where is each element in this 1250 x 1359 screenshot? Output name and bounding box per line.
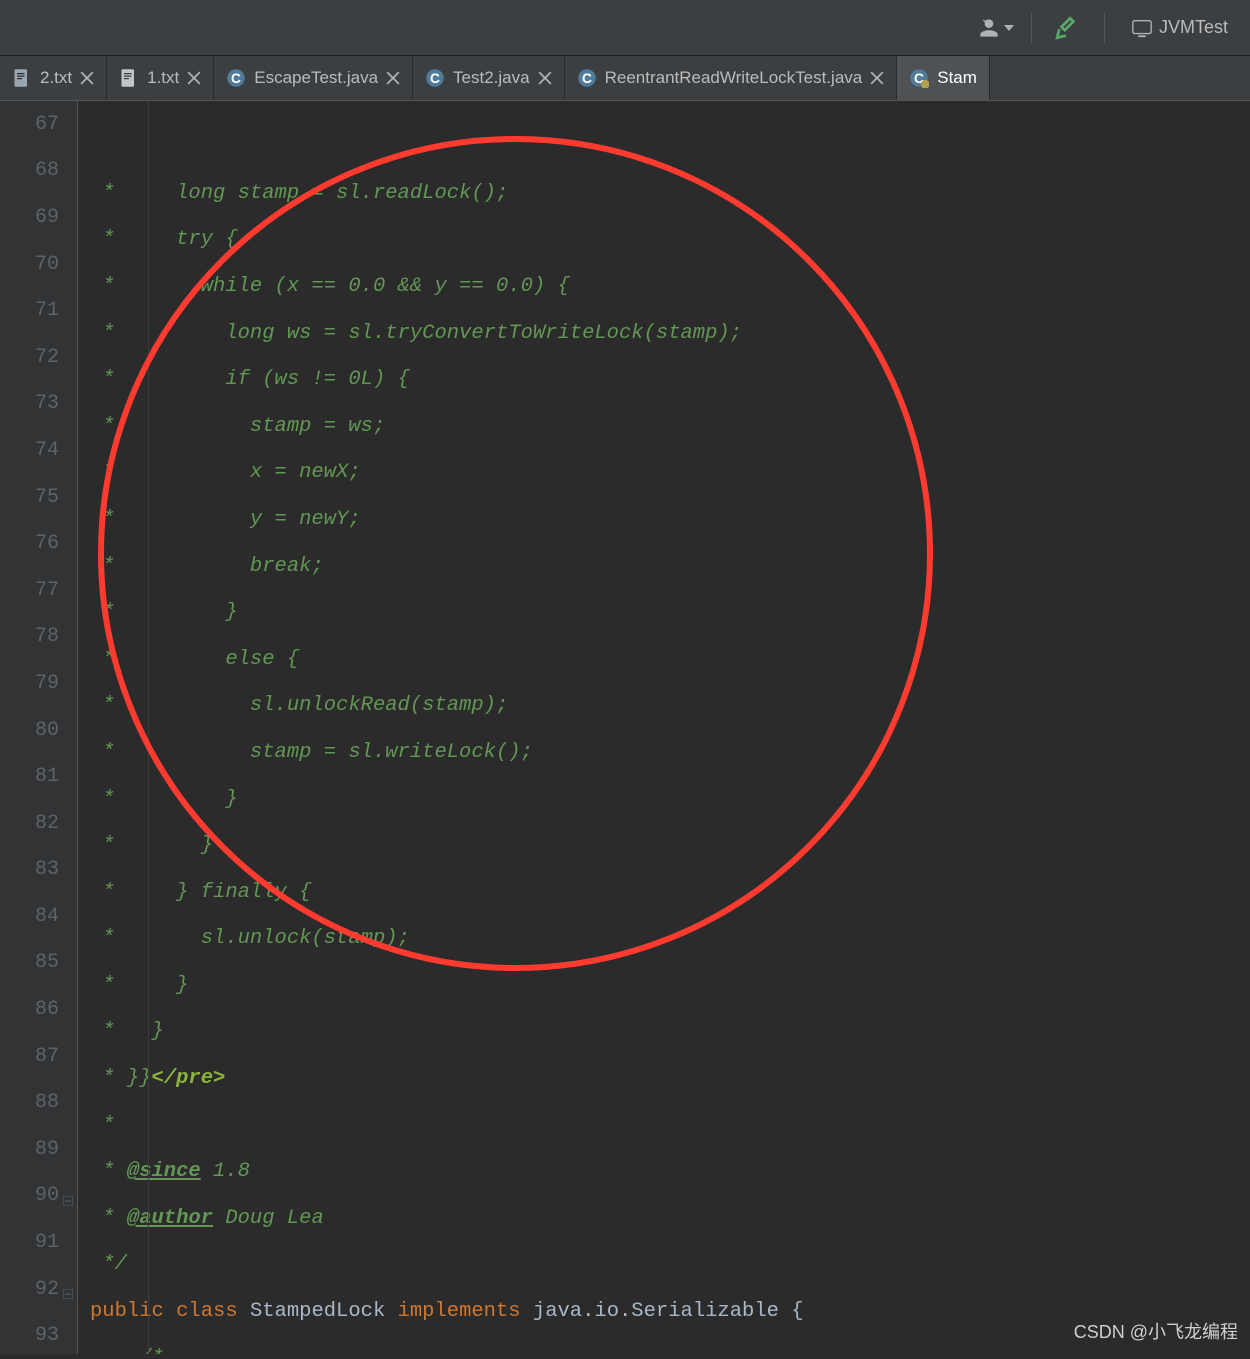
line-number: 84 xyxy=(0,893,77,940)
editor-tab[interactable]: 1.txt xyxy=(107,56,214,100)
user-icon[interactable] xyxy=(975,8,1015,48)
editor-tab[interactable]: C ReentrantReadWriteLockTest.java xyxy=(565,56,898,100)
line-number: 77 xyxy=(0,567,77,614)
line-number: 68 xyxy=(0,148,77,195)
line-number: 92 xyxy=(0,1266,77,1313)
code-line[interactable]: * }}</pre> xyxy=(78,1055,1250,1102)
line-number: 76 xyxy=(0,520,77,567)
code-line[interactable]: * } xyxy=(78,1009,1250,1056)
editor-area: 6768697071727374757677787980818283848586… xyxy=(0,101,1250,1354)
close-icon[interactable] xyxy=(870,71,884,85)
line-number: 83 xyxy=(0,847,77,894)
svg-text:C: C xyxy=(582,71,592,86)
line-number: 74 xyxy=(0,427,77,474)
line-number: 78 xyxy=(0,614,77,661)
line-number: 67 xyxy=(0,101,77,148)
code-line[interactable]: * long stamp = sl.readLock(); xyxy=(78,170,1250,217)
line-number: 69 xyxy=(0,194,77,241)
line-number: 93 xyxy=(0,1312,77,1359)
code-line[interactable]: * sl.unlock(stamp); xyxy=(78,916,1250,963)
code-line[interactable]: * } xyxy=(78,776,1250,823)
code-content[interactable]: * long stamp = sl.readLock(); * try { * … xyxy=(78,101,1250,1354)
code-line[interactable]: * else { xyxy=(78,636,1250,683)
close-icon[interactable] xyxy=(187,71,201,85)
line-number: 71 xyxy=(0,287,77,334)
fold-icon[interactable] xyxy=(63,1283,75,1295)
editor-tab[interactable]: 2.txt xyxy=(0,56,107,100)
close-icon[interactable] xyxy=(80,71,94,85)
editor-tab[interactable]: C Test2.java xyxy=(413,56,565,100)
code-line[interactable]: * while (x == 0.0 && y == 0.0) { xyxy=(78,263,1250,310)
editor-tab[interactable]: CStam xyxy=(897,56,990,100)
tab-label: EscapeTest.java xyxy=(254,68,378,88)
toolbar-divider xyxy=(1104,13,1105,43)
line-number: 88 xyxy=(0,1079,77,1126)
run-config-icon xyxy=(1131,17,1153,39)
close-icon[interactable] xyxy=(538,71,552,85)
code-line[interactable]: * break; xyxy=(78,543,1250,590)
code-line[interactable]: * stamp = sl.writeLock(); xyxy=(78,729,1250,776)
editor-tab[interactable]: C EscapeTest.java xyxy=(214,56,413,100)
line-number: 82 xyxy=(0,800,77,847)
svg-text:C: C xyxy=(430,71,440,86)
run-configuration-dropdown[interactable]: JVMTest xyxy=(1121,11,1238,45)
run-config-label: JVMTest xyxy=(1159,17,1228,38)
line-number: 70 xyxy=(0,241,77,288)
tab-label: Test2.java xyxy=(453,68,530,88)
code-line[interactable]: * y = newY; xyxy=(78,496,1250,543)
tab-label: ReentrantReadWriteLockTest.java xyxy=(605,68,863,88)
editor-tabs-bar: 2.txt 1.txt C EscapeTest.java C Test2.java C Re… xyxy=(0,56,1250,101)
code-line[interactable]: * x = newX; xyxy=(78,450,1250,497)
code-line[interactable]: * stamp = ws; xyxy=(78,403,1250,450)
code-line[interactable]: * } finally { xyxy=(78,869,1250,916)
line-number: 80 xyxy=(0,707,77,754)
code-line[interactable]: */ xyxy=(78,1242,1250,1289)
tab-label: 2.txt xyxy=(40,68,72,88)
code-line[interactable]: * if (ws != 0L) { xyxy=(78,356,1250,403)
line-number: 91 xyxy=(0,1219,77,1266)
code-line[interactable]: * sl.unlockRead(stamp); xyxy=(78,683,1250,730)
close-icon[interactable] xyxy=(386,71,400,85)
line-number: 73 xyxy=(0,381,77,428)
svg-text:C: C xyxy=(231,71,241,86)
watermark: CSDN @小飞龙编程 xyxy=(1074,1318,1238,1344)
line-number: 85 xyxy=(0,940,77,987)
tab-label: 1.txt xyxy=(147,68,179,88)
code-line[interactable]: * @since 1.8 xyxy=(78,1148,1250,1195)
code-line[interactable]: * xyxy=(78,1102,1250,1149)
code-line[interactable]: * } xyxy=(78,589,1250,636)
code-line[interactable]: * @author Doug Lea xyxy=(78,1195,1250,1242)
line-number: 72 xyxy=(0,334,77,381)
line-gutter: 6768697071727374757677787980818283848586… xyxy=(0,101,78,1354)
code-line[interactable]: * long ws = sl.tryConvertToWriteLock(sta… xyxy=(78,310,1250,357)
line-number: 89 xyxy=(0,1126,77,1173)
code-line[interactable]: * try { xyxy=(78,217,1250,264)
fold-icon[interactable] xyxy=(63,1190,75,1202)
tab-label: Stam xyxy=(937,68,977,88)
line-number: 79 xyxy=(0,660,77,707)
line-number: 90 xyxy=(0,1173,77,1220)
code-line[interactable]: * } xyxy=(78,962,1250,1009)
line-number: 81 xyxy=(0,753,77,800)
code-line[interactable]: * } xyxy=(78,822,1250,869)
toolbar-divider xyxy=(1031,13,1032,43)
build-icon[interactable] xyxy=(1048,8,1088,48)
line-number: 87 xyxy=(0,1033,77,1080)
main-toolbar: JVMTest xyxy=(0,0,1250,56)
line-number: 86 xyxy=(0,986,77,1033)
line-number: 75 xyxy=(0,474,77,521)
